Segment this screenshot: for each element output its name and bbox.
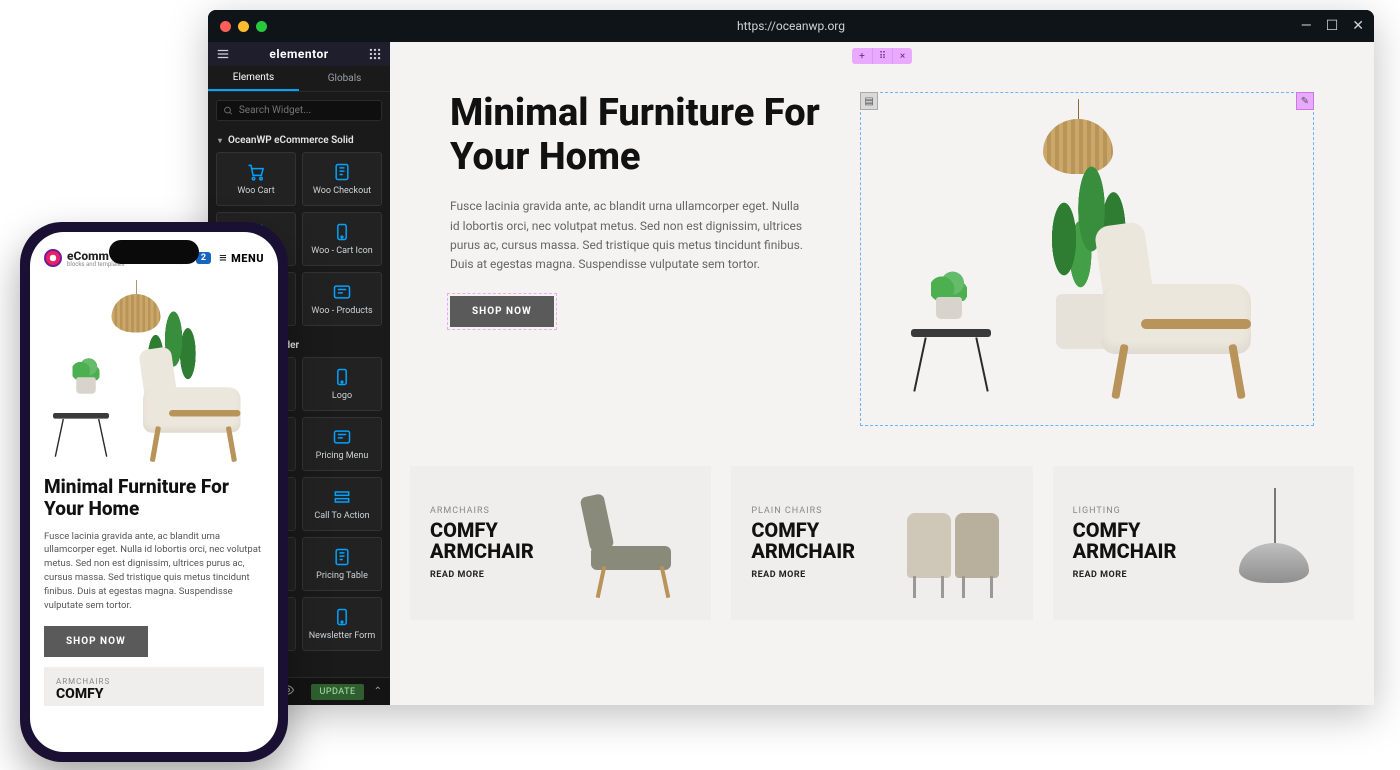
window-traffic-lights[interactable] [220, 21, 267, 32]
hero-title[interactable]: Minimal Furniture For Your Home [450, 92, 830, 179]
hero-image-column[interactable]: ▤ ✎ [860, 92, 1314, 426]
widget-label: Woo - Products [307, 307, 376, 317]
widget-icon [332, 222, 352, 242]
card-title: COMFY ARMCHAIR [751, 520, 880, 562]
widget-icon [332, 547, 352, 567]
read-more-link[interactable]: READ MORE [430, 570, 559, 580]
search-icon [223, 105, 233, 116]
widget-label: Newsletter Form [305, 632, 379, 642]
widget-logo[interactable]: Logo [302, 357, 382, 411]
product-image [893, 488, 1013, 598]
widget-label: Woo - Cart Icon [307, 247, 377, 257]
widget-woo-cart-icon[interactable]: Woo - Cart Icon [302, 212, 382, 266]
window-maximize-icon[interactable]: ☐ [1326, 19, 1339, 33]
product-card[interactable]: LIGHTING COMFY ARMCHAIR READ MORE [1053, 466, 1354, 620]
product-image [1214, 488, 1334, 598]
mobile-hero: Minimal Furniture For Your Home Fusce la… [30, 274, 278, 657]
card-category: ARMCHAIRS [430, 506, 559, 516]
widget-woo-cart[interactable]: Woo Cart [216, 152, 296, 206]
card-title: COMFY ARMCHAIR [430, 520, 559, 562]
tab-globals[interactable]: Globals [299, 66, 390, 91]
card-title: COMFY ARMCHAIR [1073, 520, 1202, 562]
menu-icon[interactable] [216, 47, 230, 61]
update-button[interactable]: UPDATE [311, 684, 363, 700]
mobile-cards: ARMCHAIRS COMFY [30, 667, 278, 706]
widget-label: Woo Checkout [309, 187, 375, 197]
product-card[interactable]: PLAIN CHAIRS COMFY ARMCHAIR READ MORE [731, 466, 1032, 620]
browser-window: https://oceanwp.org — ☐ ✕ elementor Elem… [208, 10, 1374, 705]
phone-screen: eComm blocks and templates 🛍 2 ≡MENU Min… [30, 232, 278, 752]
widget-label: Pricing Menu [312, 452, 373, 462]
tab-elements[interactable]: Elements [208, 66, 299, 91]
widget-icon [332, 427, 352, 447]
close-dot[interactable] [220, 21, 231, 32]
card-category: ARMCHAIRS [56, 677, 252, 686]
widget-icon [332, 487, 352, 507]
mobile-menu-button[interactable]: ≡MENU [219, 250, 264, 266]
widget-label: Pricing Table [312, 572, 372, 582]
maximize-dot[interactable] [256, 21, 267, 32]
widget-icon [332, 162, 352, 182]
elementor-panel-header: elementor [208, 42, 390, 66]
shop-now-button[interactable]: SHOP NOW [450, 296, 554, 327]
read-more-link[interactable]: READ MORE [1073, 570, 1202, 580]
furniture-scene [44, 280, 264, 470]
hero-text-column[interactable]: Minimal Furniture For Your Home Fusce la… [450, 92, 830, 426]
armchair-graphic [1081, 199, 1281, 399]
logo-mark-icon [44, 249, 62, 267]
widget-pricing-menu[interactable]: Pricing Menu [302, 417, 382, 471]
widget-icon [332, 367, 352, 387]
apps-icon[interactable] [368, 47, 382, 61]
widget-icon [332, 607, 352, 627]
widget-woo-checkout[interactable]: Woo Checkout [302, 152, 382, 206]
read-more-link[interactable]: READ MORE [751, 570, 880, 580]
widget-newsletter-form[interactable]: Newsletter Form [302, 597, 382, 651]
hero-section[interactable]: Minimal Furniture For Your Home Fusce la… [390, 42, 1374, 466]
widget-icon [246, 162, 266, 182]
widget-label: Call To Action [310, 512, 373, 522]
browser-titlebar: https://oceanwp.org — ☐ ✕ [208, 10, 1374, 42]
elementor-brand: elementor [269, 47, 328, 61]
minimize-dot[interactable] [238, 21, 249, 32]
widget-search[interactable] [216, 100, 382, 121]
hero-image[interactable] [867, 99, 1307, 419]
product-image [571, 488, 691, 598]
furniture-scene [867, 99, 1307, 419]
widget-label: Logo [328, 392, 356, 402]
hero-body[interactable]: Fusce lacinia gravida ante, ac blandit u… [450, 197, 810, 274]
widget-label: Woo Cart [233, 187, 278, 197]
card-category: PLAIN CHAIRS [751, 506, 880, 516]
window-controls: — ☐ ✕ [1301, 19, 1364, 33]
window-close-icon[interactable]: ✕ [1352, 19, 1364, 33]
phone-notch [109, 240, 199, 264]
widget-call-to-action[interactable]: Call To Action [302, 477, 382, 531]
phone-mockup: eComm blocks and templates 🛍 2 ≡MENU Min… [20, 222, 288, 762]
editor-canvas[interactable]: + ⠿ × Minimal Furniture For Your Home Fu… [390, 42, 1374, 705]
widget-woo-products[interactable]: Woo - Products [302, 272, 382, 326]
product-card[interactable]: ARMCHAIRS COMFY ARMCHAIR READ MORE [410, 466, 711, 620]
chevron-up-icon[interactable]: ⌃ [374, 686, 382, 697]
widget-pricing-table[interactable]: Pricing Table [302, 537, 382, 591]
card-title: COMFY [56, 686, 252, 702]
widget-section-header[interactable]: OceanWP eCommerce Solid [208, 129, 390, 152]
mobile-product-card[interactable]: ARMCHAIRS COMFY [44, 667, 264, 706]
small-plant-graphic [929, 269, 969, 319]
product-cards-row[interactable]: ARMCHAIRSCOMFY ARMCHAIRREAD MOREPLAIN CH… [390, 466, 1374, 640]
elementor-tabs: Elements Globals [208, 66, 390, 92]
search-input[interactable] [239, 105, 375, 116]
mobile-hero-body: Fusce lacinia gravida ante, ac blandit u… [44, 530, 264, 613]
mobile-hero-title: Minimal Furniture For Your Home [44, 476, 264, 520]
address-bar-url[interactable]: https://oceanwp.org [737, 19, 845, 33]
widget-icon [332, 282, 352, 302]
card-category: LIGHTING [1073, 506, 1202, 516]
window-minimize-icon[interactable]: — [1301, 19, 1312, 33]
mobile-shop-now-button[interactable]: SHOP NOW [44, 626, 148, 657]
